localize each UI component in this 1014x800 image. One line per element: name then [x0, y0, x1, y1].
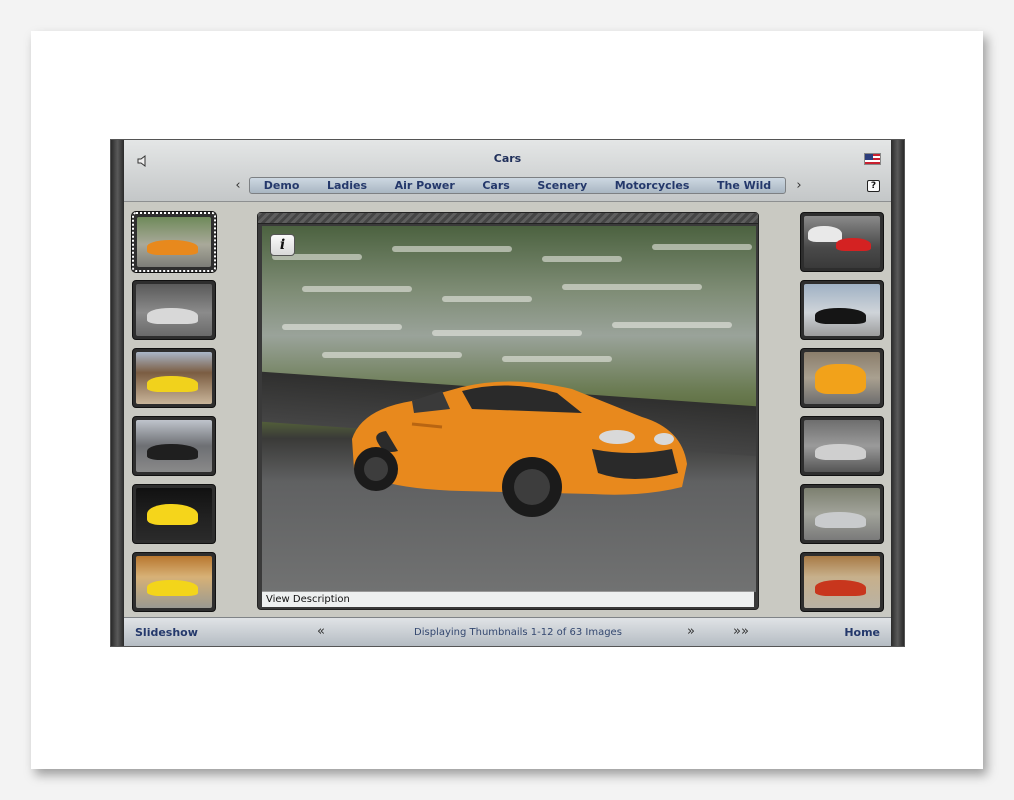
sports-car-illustration	[352, 381, 687, 517]
thumbnail-image	[136, 556, 212, 608]
thumbnail-right-6[interactable]	[800, 552, 884, 612]
tab-demo[interactable]: Demo	[264, 179, 300, 192]
thumbnail-image	[804, 420, 880, 472]
tab-ladies[interactable]: Ladies	[327, 179, 367, 192]
thumbnail-left-6[interactable]	[132, 552, 216, 612]
tab-scenery[interactable]: Scenery	[537, 179, 587, 192]
page-next-button[interactable]: »	[687, 624, 695, 639]
us-flag-icon[interactable]	[864, 153, 881, 165]
thumbnail-right-1[interactable]	[800, 212, 884, 272]
thumbnail-left-3[interactable]	[132, 348, 216, 408]
page-title: Cars	[493, 152, 522, 165]
header-bar: Cars ‹ Demo Ladies Air Power Cars Scener…	[124, 140, 891, 202]
thumbnail-image	[136, 420, 212, 472]
tabs-next-arrow[interactable]: ›	[792, 178, 806, 194]
thumbnail-left-1[interactable]	[131, 211, 217, 273]
home-button[interactable]: Home	[844, 626, 880, 639]
left-rail	[111, 140, 124, 646]
page-prev-button[interactable]: «	[317, 624, 325, 639]
viewer-top-bar	[258, 213, 758, 224]
right-rail	[891, 140, 904, 646]
thumbnail-image	[137, 217, 211, 267]
category-tabs: Demo Ladies Air Power Cars Scenery Motor…	[249, 177, 786, 194]
slideshow-button[interactable]: Slideshow	[135, 626, 198, 639]
thumbnail-left-4[interactable]	[132, 416, 216, 476]
thumbnail-left-5[interactable]	[132, 484, 216, 544]
thumbnail-image	[804, 284, 880, 336]
tabs-prev-arrow[interactable]: ‹	[231, 178, 245, 194]
thumbnail-image	[136, 352, 212, 404]
thumbnail-image	[136, 488, 212, 540]
tab-cars[interactable]: Cars	[482, 179, 509, 192]
footer-bar: Slideshow « Displaying Thumbnails 1-12 o…	[124, 617, 891, 646]
page-last-button[interactable]: »»	[733, 624, 749, 639]
thumbnail-left-2[interactable]	[132, 280, 216, 340]
thumbnail-image	[804, 488, 880, 540]
thumbnail-right-4[interactable]	[800, 416, 884, 476]
image-viewer: i View Description	[257, 212, 759, 610]
gallery-app: Cars ‹ Demo Ladies Air Power Cars Scener…	[110, 139, 905, 647]
thumbnail-right-2[interactable]	[800, 280, 884, 340]
view-description-link[interactable]: View Description	[262, 591, 754, 607]
thumbnail-status: Displaying Thumbnails 1-12 of 63 Images	[414, 627, 622, 638]
thumbnail-right-3[interactable]	[800, 348, 884, 408]
tab-the-wild[interactable]: The Wild	[717, 179, 771, 192]
thumbnail-image	[136, 284, 212, 336]
info-button[interactable]: i	[270, 234, 295, 256]
thumbnail-image	[804, 216, 880, 268]
thumbnail-image	[804, 556, 880, 608]
tab-air-power[interactable]: Air Power	[395, 179, 455, 192]
thumbnail-image	[804, 352, 880, 404]
main-photo[interactable]: i	[262, 226, 756, 592]
tab-motorcycles[interactable]: Motorcycles	[615, 179, 690, 192]
thumbnail-right-5[interactable]	[800, 484, 884, 544]
help-button[interactable]: ?	[867, 180, 880, 192]
